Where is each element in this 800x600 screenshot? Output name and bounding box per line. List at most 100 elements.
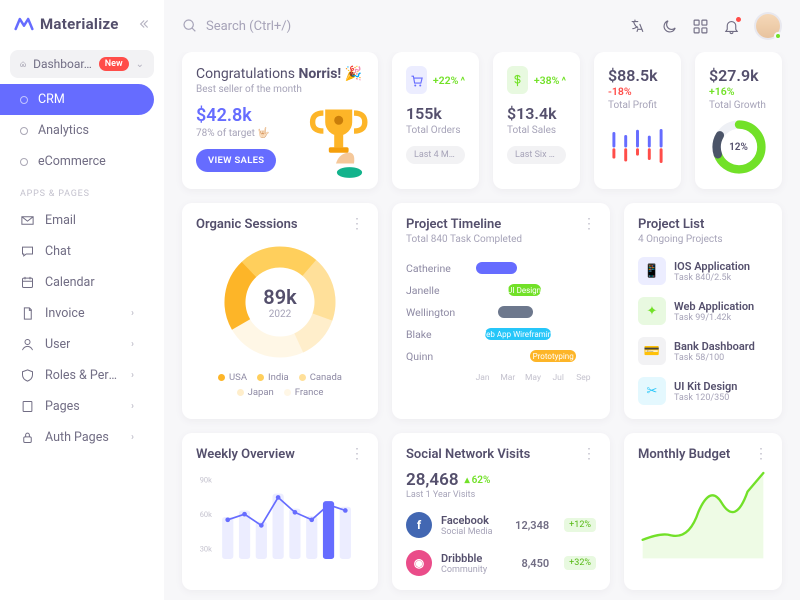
stat-value: $88.5k (608, 66, 667, 85)
avatar[interactable] (754, 12, 782, 40)
organic-legend: USAIndiaCanadaJapanFrance (196, 372, 364, 398)
timeline-row: Wellington (406, 301, 596, 323)
svg-text:30k: 30k (200, 545, 212, 554)
timeline-row-name: Blake (406, 328, 470, 341)
timeline-row: QuinnPrototyping (406, 345, 596, 367)
timeline-bar (498, 306, 533, 318)
axis-label: Sep (571, 373, 596, 383)
sidebar-item-label: Email (45, 213, 76, 228)
more-icon[interactable]: ⋮ (582, 217, 596, 231)
more-icon[interactable]: ⋮ (754, 447, 768, 461)
project-item[interactable]: 📱IOS ApplicationTask 840/2.5k (638, 257, 768, 285)
project-item[interactable]: ✂UI Kit DesignTask 120/350 (638, 377, 768, 405)
translate-icon[interactable] (630, 18, 647, 35)
card-title: Social Network Visits (406, 447, 530, 462)
sidebar-item-pages[interactable]: Pages› (0, 391, 154, 422)
dot-icon (20, 127, 28, 135)
congrats-title: Congratulations Norris! 🎉 (196, 66, 364, 82)
project-icon: 📱 (638, 257, 666, 285)
gauge-year: 2022 (269, 309, 291, 320)
svg-text:60k: 60k (200, 510, 212, 519)
view-sales-button[interactable]: VIEW SALES (196, 149, 276, 172)
project-title: UI Kit Design (674, 380, 737, 393)
svg-text:90k: 90k (200, 475, 212, 484)
timeline-row-name: Quinn (406, 350, 470, 363)
sidebar-item-roles-permissi-[interactable]: Roles & Permissi… › (0, 360, 154, 391)
timeline-row: BlakeWeb App Wireframing (406, 323, 596, 345)
timeline-chart: CatherineJanelleUI DesignWellingtonBlake… (406, 257, 596, 367)
nav-icon (20, 213, 35, 228)
more-icon[interactable]: ⋮ (350, 447, 364, 461)
moon-icon[interactable] (661, 18, 678, 35)
sidebar-item-label: Invoice (45, 306, 85, 321)
nav-icon (20, 430, 35, 445)
sidebar-item-ecommerce[interactable]: eCommerce (0, 146, 154, 177)
more-icon[interactable]: ⋮ (582, 447, 596, 461)
organic-donut-chart: 89k2022 (220, 242, 340, 362)
caret-up-icon: ^ (561, 74, 566, 87)
sidebar-item-label: Auth Pages (45, 430, 109, 445)
project-subtitle: Task 840/2.5k (674, 273, 750, 283)
sidebar-item-dashboards[interactable]: Dashboar… New ⌄ (10, 50, 154, 78)
chevron-right-icon: › (131, 370, 134, 381)
project-list-card: Project List 4 Ongoing Projects 📱IOS App… (624, 203, 782, 419)
social-network-icon: f (406, 512, 432, 538)
legend-item: Japan (237, 387, 274, 398)
project-item[interactable]: ✦Web ApplicationTask 99/1.42k (638, 297, 768, 325)
profit-bars-chart (608, 121, 667, 171)
bell-icon[interactable] (723, 18, 740, 35)
project-item[interactable]: 💳Bank DashboardTask 58/100 (638, 337, 768, 365)
axis-label: Mar (495, 373, 520, 383)
organic-sessions-card: Organic Sessions⋮ 89k2022 USAIndiaCanada… (182, 203, 378, 419)
social-item: fFacebookSocial Media12,348+12% (406, 512, 596, 538)
social-name: Facebook (441, 514, 506, 527)
dot-icon (20, 158, 28, 166)
sidebar-item-label: Pages (45, 399, 80, 414)
sidebar-section-label: APPS & PAGES (0, 177, 164, 205)
sidebar-collapse-icon[interactable] (136, 17, 150, 31)
trophy-icon (300, 99, 372, 183)
search-placeholder: Search (Ctrl+/) (206, 19, 291, 34)
project-subtitle: Task 120/350 (674, 393, 737, 403)
nav-icon (20, 399, 35, 414)
monthly-budget-card: Monthly Budget ⋮ (624, 433, 782, 590)
content: Congratulations Norris! 🎉 Best seller of… (164, 52, 800, 600)
sidebar-item-chat[interactable]: Chat (0, 236, 154, 267)
sidebar-item-crm[interactable]: CRM (0, 84, 154, 115)
caret-up-icon: ^ (460, 74, 465, 87)
search[interactable]: Search (Ctrl+/) (182, 18, 618, 34)
nav-icon (20, 337, 35, 352)
nav-icon (20, 368, 35, 383)
sidebar-item-label: Roles & Permissi… (45, 368, 121, 383)
sidebar-item-auth-pages[interactable]: Auth Pages› (0, 422, 154, 453)
stat-change: +38% ^ (534, 74, 566, 87)
axis-label: Jul (546, 373, 571, 383)
card-title: Monthly Budget (638, 447, 730, 462)
legend-item: USA (218, 372, 247, 383)
brand-name: Materialize (40, 15, 119, 33)
project-subtitle: Task 58/100 (674, 353, 755, 363)
sidebar-item-calendar[interactable]: Calendar (0, 267, 154, 298)
project-title: Web Application (674, 300, 754, 313)
brand-logo-icon (14, 14, 34, 34)
stat-sales-card: +38% ^ $13.4k Total Sales Last Six Mon… (493, 52, 580, 189)
grid-icon[interactable] (692, 18, 709, 35)
nav-icon (20, 244, 35, 259)
more-icon[interactable]: ⋮ (350, 217, 364, 231)
sidebar-item-analytics[interactable]: Analytics (0, 115, 154, 146)
search-icon (182, 18, 198, 34)
status-dot (774, 32, 782, 40)
sidebar-item-user[interactable]: User› (0, 329, 154, 360)
sidebar-item-invoice[interactable]: Invoice› (0, 298, 154, 329)
sidebar: Materialize Dashboar… New ⌄ CRM Analytic… (0, 0, 164, 600)
stat-change: +22% ^ (433, 74, 465, 87)
brand-row: Materialize (0, 10, 164, 44)
social-value: 8,450 (521, 557, 549, 570)
social-name: Dribbble (441, 552, 512, 565)
chevron-down-icon: ⌄ (136, 59, 144, 70)
stat-change: +16% (709, 85, 768, 98)
sidebar-item-email[interactable]: Email (0, 205, 154, 236)
sidebar-item-label: eCommerce (38, 154, 106, 169)
weekly-overview-chart: 90k 60k 30k (196, 462, 364, 572)
axis-label: May (520, 373, 545, 383)
